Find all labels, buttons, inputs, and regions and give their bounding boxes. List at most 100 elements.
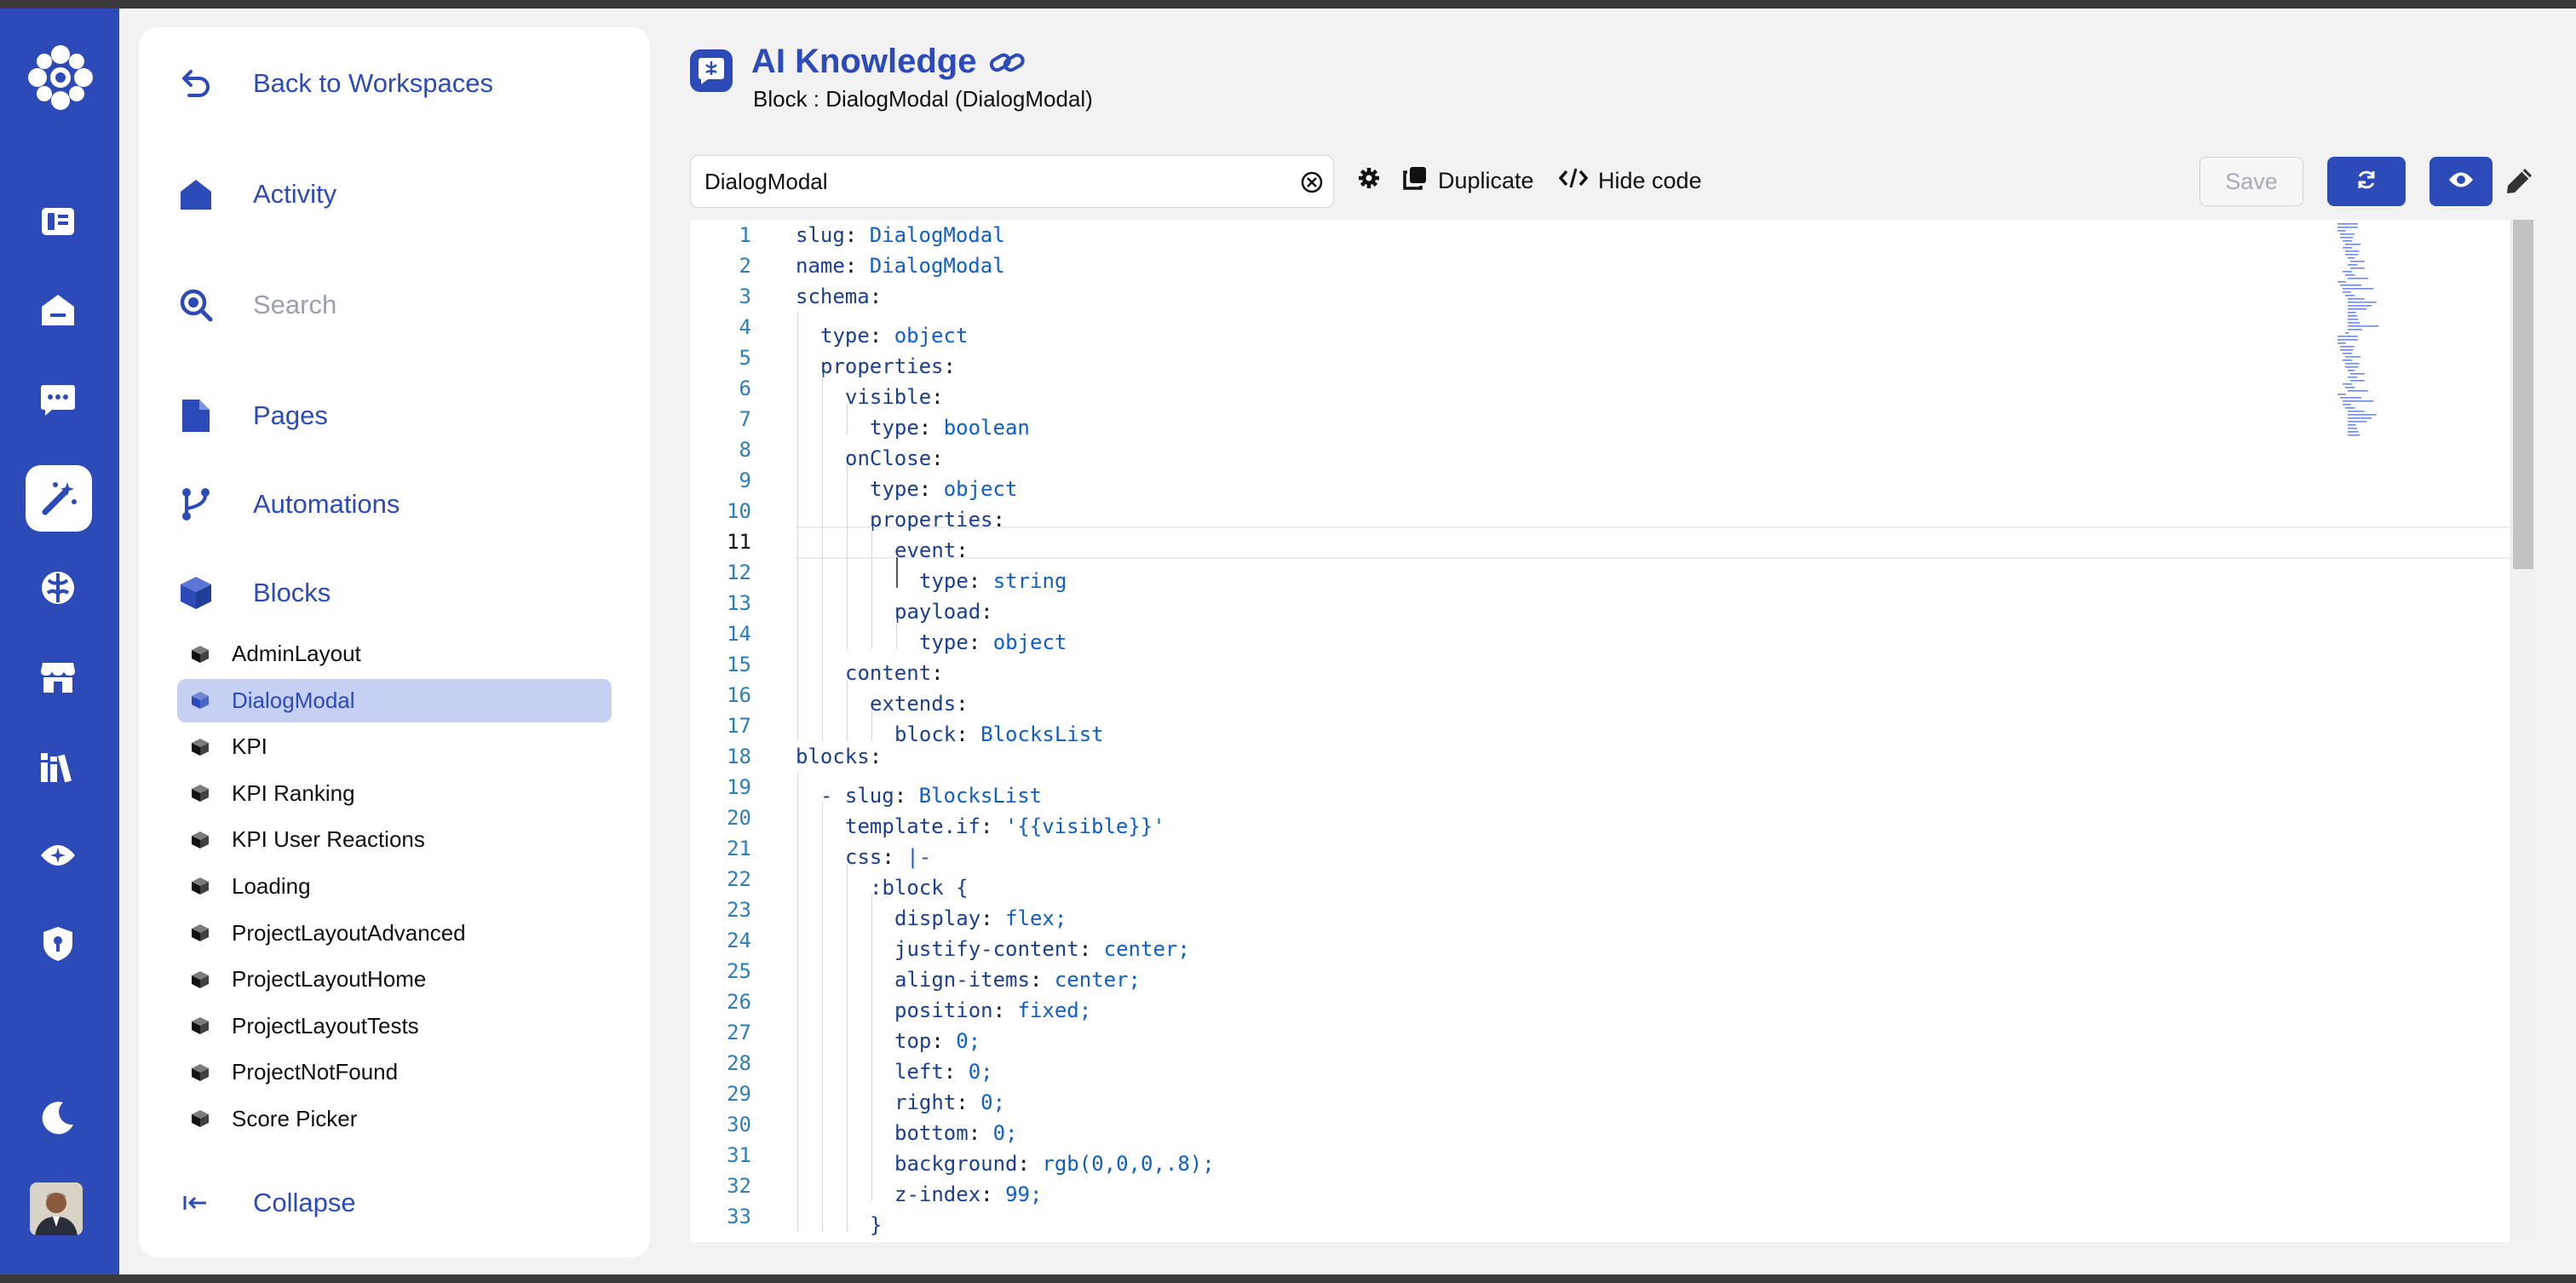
brain-icon[interactable] [34, 564, 82, 612]
block-list-item[interactable]: Score Picker [177, 1097, 612, 1141]
minimap-line [2348, 305, 2372, 307]
clear-input-icon[interactable] [1301, 171, 1323, 198]
code-line[interactable]: 21 css: |- [690, 833, 2334, 869]
indent-guide [796, 496, 820, 526]
app-logo-icon[interactable] [26, 43, 95, 112]
code-line[interactable]: 16 extends: [690, 680, 2334, 716]
minimap-line [2348, 414, 2377, 416]
line-number: 26 [727, 990, 751, 1014]
settings-button[interactable] [1358, 162, 1380, 199]
block-list-item[interactable]: ProjectLayoutHome [177, 958, 612, 1001]
save-button[interactable]: Save [2199, 157, 2303, 206]
code-line[interactable]: 2 name: DialogModal [690, 250, 2334, 281]
nav-item-automations-label: Automations [253, 489, 400, 519]
code-line[interactable]: 25 align-items: center; [690, 956, 2334, 992]
code-line[interactable]: 33} [690, 1201, 2334, 1237]
home-icon[interactable] [34, 286, 82, 334]
editor-scrollbar-thumb[interactable] [2513, 220, 2533, 569]
refresh-button[interactable] [2327, 157, 2406, 206]
user-avatar[interactable] [30, 1182, 83, 1235]
code-line[interactable]: 14 type: object [690, 618, 2334, 654]
library-icon[interactable] [34, 743, 82, 791]
line-text: blocks: [796, 741, 882, 772]
link-icon[interactable] [988, 48, 1026, 81]
code-line[interactable]: 22:block { [690, 864, 2334, 900]
block-search-field[interactable] [690, 155, 1334, 208]
preview-button[interactable] [2429, 157, 2493, 206]
block-search-input[interactable] [703, 168, 1285, 196]
line-number: 30 [727, 1113, 751, 1136]
code-line[interactable]: 4 type: object [690, 312, 2334, 348]
code-line[interactable]: 17 block: BlocksList [690, 711, 2334, 746]
code-line[interactable]: 24 justify-content: center; [690, 925, 2334, 961]
collapse-button[interactable]: Collapse [176, 1177, 356, 1228]
block-list-item[interactable]: DialogModal [177, 678, 612, 722]
block-list-item-label: AdminLayout [232, 641, 361, 666]
code-editor[interactable]: 1 slug: DialogModal 2 name: DialogModal 3 sch… [690, 220, 2535, 1242]
nav-item-search[interactable]: Search [176, 279, 336, 331]
code-line[interactable]: 29 right: 0; [690, 1079, 2334, 1114]
block-list-item[interactable]: ProjectLayoutAdvanced [177, 912, 612, 955]
editor-scrollbar[interactable] [2510, 220, 2535, 1242]
minimap-line [2343, 360, 2353, 361]
block-list-item[interactable]: KPI [177, 725, 612, 768]
code-line[interactable]: 10 properties: [690, 496, 2334, 532]
minimap-line [2348, 278, 2368, 279]
code-line[interactable]: 32 z-index: 99; [690, 1171, 2334, 1206]
indent-guide [820, 373, 845, 404]
hide-code-label: Hide code [1598, 167, 1702, 193]
nav-item-blocks[interactable]: Blocks [176, 567, 331, 618]
indent-guide [870, 987, 894, 1017]
block-list-item[interactable]: KPI Ranking [177, 772, 612, 815]
nav-item-automations[interactable]: Automations [176, 479, 400, 530]
code-line[interactable]: 7 type: boolean [690, 404, 2334, 440]
code-line[interactable]: 3 schema: [690, 281, 2334, 312]
code-line[interactable]: 1 slug: DialogModal [690, 220, 2334, 250]
code-minimap[interactable] [2332, 220, 2460, 475]
block-list-item[interactable]: KPI User Reactions [177, 818, 612, 861]
indent-guide [870, 1048, 894, 1079]
block-list-item[interactable]: ProjectLayoutTests [177, 1004, 612, 1048]
shield-icon[interactable] [34, 920, 82, 968]
code-line[interactable]: 23 display: flex; [690, 895, 2334, 930]
store-icon[interactable] [34, 653, 82, 700]
code-line[interactable]: 18 blocks: [690, 741, 2334, 772]
code-line[interactable]: 5 properties: [690, 342, 2334, 378]
minimap-line [2343, 404, 2351, 406]
code-line[interactable]: 11 event: [690, 526, 2334, 562]
line-number: 4 [739, 315, 751, 339]
magic-wand-icon[interactable] [26, 465, 92, 532]
code-line[interactable]: 12 type: string [690, 557, 2334, 593]
block-list-item[interactable]: ProjectNotFound [177, 1050, 612, 1094]
code-line[interactable]: 26 position: fixed; [690, 987, 2334, 1022]
code-line[interactable]: 9 type: object [690, 465, 2334, 501]
minimap-line [2337, 336, 2358, 337]
code-line[interactable]: 6 visible: [690, 373, 2334, 409]
indent-guide [796, 1140, 820, 1171]
code-line[interactable]: 19- slug: BlocksList [690, 772, 2334, 808]
block-list-item[interactable]: AdminLayout [177, 632, 612, 676]
code-line[interactable]: 8 onClose: [690, 434, 2334, 470]
nav-item-activity-label: Activity [253, 179, 337, 209]
nav-item-pages[interactable]: Pages [176, 390, 328, 441]
minimap-line [2348, 431, 2359, 433]
back-to-workspaces-link[interactable]: Back to Workspaces [176, 58, 493, 109]
eye-icon[interactable] [34, 831, 82, 879]
hide-code-button[interactable]: Hide code [1558, 162, 1702, 199]
code-line[interactable]: 31 background: rgb(0,0,0,.8); [690, 1140, 2334, 1176]
code-line[interactable]: 28 left: 0; [690, 1048, 2334, 1084]
code-line[interactable]: 20 template.if: '{{visible}}' [690, 803, 2334, 838]
chat-icon[interactable] [34, 377, 82, 424]
code-lines[interactable]: 1 slug: DialogModal 2 name: DialogModal 3 sch… [690, 220, 2334, 1237]
edit-button[interactable] [2504, 165, 2535, 200]
code-line[interactable]: 30 bottom: 0; [690, 1109, 2334, 1145]
duplicate-button[interactable]: Duplicate [1402, 162, 1534, 199]
home-icon [176, 175, 216, 214]
moon-icon[interactable] [34, 1094, 82, 1142]
dashboard-icon[interactable] [34, 198, 82, 245]
nav-item-activity[interactable]: Activity [176, 169, 336, 220]
code-line[interactable]: 13 payload: [690, 588, 2334, 624]
code-line[interactable]: 27 top: 0; [690, 1017, 2334, 1053]
block-list-item[interactable]: Loading [177, 865, 612, 908]
code-line[interactable]: 15 content: [690, 649, 2334, 685]
